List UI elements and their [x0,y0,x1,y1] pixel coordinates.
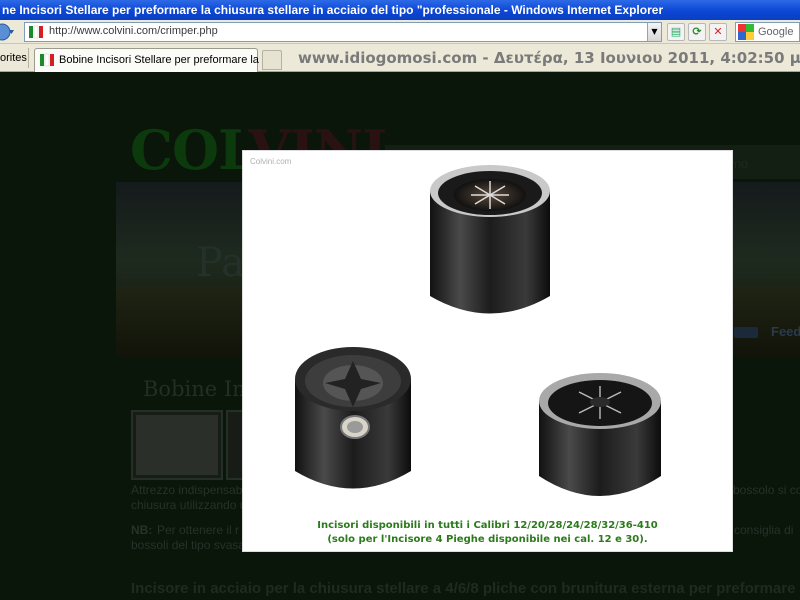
nb-label: NB: [131,523,153,537]
url-text[interactable]: http://www.colvini.com/crimper.php [49,25,218,37]
address-toolbar: http://www.colvini.com/crimper.php ▼ ▤ ⟳… [0,20,800,44]
nav-menu-item[interactable]: mo [730,156,748,171]
product-thumbnail[interactable] [131,410,223,480]
compatibility-view-icon[interactable]: ▤ [667,23,685,41]
thumbnail-image [136,415,218,475]
description-text: bossolo si con [733,483,800,497]
tab-active[interactable]: Bobine Incisori Stellare per preformare … [34,48,271,72]
address-dropdown-icon[interactable]: ▼ [647,23,661,41]
favorites-button[interactable]: orites [0,52,27,64]
description-text: chiusura utilizzando u [131,498,247,512]
section-title: Bobine In [143,377,246,401]
nb-text: Per ottenere il r [157,523,240,537]
new-tab-button[interactable] [262,50,282,70]
window-title: ne Incisori Stellare per preformare la c… [0,0,800,20]
search-provider-label: Google [758,26,794,38]
tab-toolbar: orites Bobine Incisori Stellare per pref… [0,44,800,72]
stop-icon[interactable]: ✕ [709,23,727,41]
product-heading: Incisore in acciaio per la chiusura stel… [131,580,800,597]
forward-dropdown-icon[interactable] [0,23,18,41]
nb-text: consiglia di [734,523,794,537]
watermark: Colvini.com [250,157,292,166]
tab-title: Bobine Incisori Stellare per preformare … [59,54,272,66]
social-button[interactable] [734,327,758,338]
search-box[interactable]: Google [735,22,800,42]
caption-line: (solo per l'Incisore 4 Pieghe disponibil… [327,534,648,545]
address-bar[interactable]: http://www.colvini.com/crimper.php ▼ [24,22,662,42]
lightbox-caption: Incisori disponibili in tutti i Calibri … [243,519,732,547]
product-photo [295,165,661,496]
feed-link[interactable]: Feed [771,324,800,339]
crimper-right-icon [539,373,661,496]
site-favicon-icon [40,53,54,67]
google-logo-icon [738,24,754,40]
crimper-top-icon [430,165,550,314]
description-text: bossoli del tipo svasa [131,538,246,552]
site-favicon-icon [29,25,43,39]
crimper-left-icon [295,347,411,489]
description-text: Attrezzo indispensab [131,483,243,497]
refresh-icon[interactable]: ⟳ [688,23,706,41]
toolbar-divider [28,48,29,68]
clock-banner: www.idiogomosi.com - Δευτέρα, 13 Ιουνιου… [298,49,800,67]
image-lightbox[interactable]: Colvini.com Incisori disponibili in tutt… [243,151,732,551]
caption-line: Incisori disponibili in tutti i Calibri … [317,520,658,531]
logo-col: COL [130,118,250,182]
